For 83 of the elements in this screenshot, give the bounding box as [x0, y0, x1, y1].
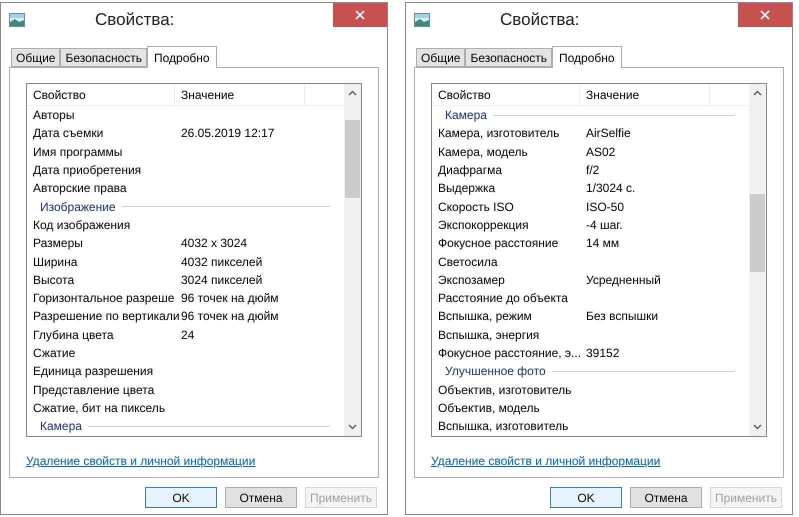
property-name: Вспышка, энергия	[437, 326, 540, 344]
property-value: 96 точек на дюйм	[180, 290, 279, 308]
scrollbar-thumb[interactable]	[750, 194, 765, 272]
property-name: Высота	[32, 272, 76, 289]
close-icon	[760, 10, 770, 20]
column-header[interactable]: Свойство	[27, 84, 175, 105]
property-name: Авторские права	[32, 180, 128, 198]
tab[interactable]: Безопасность	[465, 48, 552, 67]
scrollbar-thumb[interactable]	[345, 120, 360, 198]
column-header[interactable]: Свойство	[432, 84, 580, 105]
scrollbar[interactable]	[344, 84, 361, 436]
property-name: Единица разрешения	[32, 363, 154, 380]
close-button[interactable]	[738, 3, 792, 27]
property-name: Горизонтальное разреше	[32, 290, 175, 308]
property-value: 14 мм	[585, 235, 620, 252]
dialog-button[interactable]: Отмена	[225, 487, 297, 508]
property-name: Дата съемки	[32, 125, 104, 142]
property-name: Имя программы	[32, 144, 124, 161]
property-value: 3024 пикселей	[180, 272, 262, 289]
property-name: Сжатие, бит на пиксель	[32, 400, 166, 417]
chevron-down-icon	[753, 424, 762, 430]
property-name: Представление цвета	[32, 382, 156, 399]
property-name: Объектив, модель	[437, 400, 541, 417]
group-heading[interactable]: Улучшенное фото	[445, 362, 546, 380]
property-value: AS02	[585, 144, 616, 161]
property-value: AirSelfie	[585, 125, 631, 142]
window-title: Свойства:	[500, 9, 580, 32]
dialog-button[interactable]: Отмена	[630, 487, 702, 508]
property-name: Скорость ISO	[437, 198, 515, 216]
property-value: 24	[180, 326, 194, 344]
property-value: -4 шаг.	[585, 216, 623, 234]
property-name: Камера, модель	[437, 144, 529, 161]
property-name: Фокусное расстояние	[437, 235, 560, 252]
property-name: Вспышка, изготовитель	[437, 418, 570, 436]
tab[interactable]: Безопасность	[60, 48, 148, 67]
group-heading[interactable]: Камера	[445, 106, 487, 124]
property-value: 39152	[585, 345, 620, 362]
column-header[interactable]: Значение	[580, 84, 710, 105]
property-name: Ширина	[32, 254, 78, 271]
property-value: Усредненный	[585, 272, 661, 289]
property-name: Камера, изготовитель	[437, 125, 560, 142]
property-name: Размеры	[32, 235, 84, 252]
group-heading[interactable]: Изображение	[40, 198, 116, 216]
property-value: 26.05.2019 12:17	[180, 125, 274, 142]
window-title: Свойства:	[95, 9, 174, 32]
property-name: Диафрагма	[437, 162, 504, 180]
property-name: Вспышка, режим	[437, 308, 533, 326]
property-value: 1/3024 с.	[585, 180, 636, 198]
tab[interactable]: Подробно	[147, 46, 217, 68]
property-name: Экспокоррекция	[437, 216, 530, 234]
chevron-down-icon	[348, 424, 357, 430]
property-name: Сжатие	[32, 345, 76, 362]
property-value: Без вспышки	[585, 308, 658, 326]
chevron-up-icon	[753, 90, 762, 96]
tab[interactable]: Подробно	[552, 46, 622, 68]
image-icon	[414, 13, 430, 27]
property-name: Экспозамер	[437, 272, 506, 289]
property-name: Расстояние до объекта	[437, 290, 569, 308]
column-header[interactable]: Значение	[175, 84, 305, 105]
property-name: Выдержка	[437, 180, 496, 198]
property-name: Глубина цвета	[32, 326, 115, 344]
tab[interactable]: Общие	[416, 48, 466, 67]
property-name: Светосила	[437, 254, 499, 271]
property-name: Объектив, изготовитель	[437, 382, 572, 399]
image-icon	[9, 13, 25, 27]
close-button[interactable]	[333, 3, 387, 27]
group-heading[interactable]: Камера	[40, 417, 82, 436]
dialog-button[interactable]: OK	[550, 487, 622, 508]
property-name: Дата приобретения	[32, 162, 142, 180]
tab[interactable]: Общие	[11, 48, 60, 67]
property-name: Фокусное расстояние, э...	[437, 345, 580, 362]
property-value: 4032 x 3024	[180, 235, 248, 252]
dialog-button[interactable]: OK	[145, 487, 217, 508]
close-icon	[355, 10, 365, 20]
remove-properties-link[interactable]: Удаление свойств и личной информации	[431, 454, 660, 468]
property-value: f/2	[585, 162, 600, 180]
chevron-up-icon	[348, 90, 357, 96]
property-value: ISO-50	[585, 198, 624, 216]
remove-properties-link[interactable]: Удаление свойств и личной информации	[26, 454, 256, 468]
scrollbar[interactable]	[749, 84, 766, 436]
property-value: 4032 пикселей	[180, 254, 262, 271]
property-name: Код изображения	[32, 216, 132, 234]
property-name: Авторы	[32, 107, 76, 124]
